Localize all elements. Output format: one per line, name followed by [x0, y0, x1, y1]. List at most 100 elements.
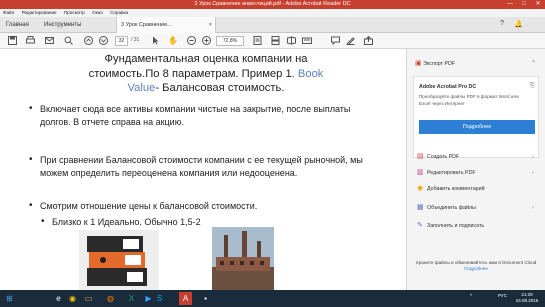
comment-icon[interactable]: [330, 36, 340, 46]
create-pdf-icon: ▤: [417, 153, 424, 160]
language-indicator[interactable]: РУС: [498, 293, 507, 298]
combine-files-icon: ▦: [417, 204, 424, 211]
clock-time: 21:29: [521, 292, 533, 297]
fill-sign-icon: ✎: [417, 222, 423, 229]
bullet-2: • При сравнении Балансовой стоимости ком…: [29, 154, 380, 179]
hand-tool-icon[interactable]: ✋: [168, 36, 178, 46]
document-cloud-footer: Храните файлы и обменивайтесь ими в Docu…: [413, 260, 539, 272]
page-number-input[interactable]: 32: [115, 36, 128, 46]
bullet-1-text: Включает сюда все активы компании чистые…: [40, 104, 351, 127]
email-icon[interactable]: [44, 36, 54, 46]
bullet-3-text: Смотрим отношение цены к балансовой стои…: [40, 201, 258, 211]
excel-icon[interactable]: X: [125, 292, 138, 305]
tab-close-icon[interactable]: ×: [209, 17, 212, 33]
close-window-button[interactable]: ✕: [531, 0, 545, 9]
promo-description: Преобразуйте файлы PDF в формат Word или…: [419, 94, 519, 106]
page-total: / 31: [131, 37, 140, 43]
help-icon[interactable]: ?: [500, 20, 504, 27]
fill-sign-label: Заполнить и подписать: [427, 223, 485, 229]
menu-bar: Файл Редактирование Просмотр Окно Справк…: [0, 9, 545, 17]
bullet-4-text: Близко к 1 Идеально. Обычно 1,5-2: [52, 217, 201, 227]
tray-up-icon[interactable]: ^: [470, 293, 472, 298]
export-pdf-item[interactable]: ▣ Экспорт PDF: [415, 59, 455, 67]
system-clock[interactable]: 21:29 24.08.2016: [512, 292, 542, 304]
slide-title: Фундаментальная оценка компании на стоим…: [46, 52, 366, 96]
fit-page-icon[interactable]: [252, 36, 262, 46]
document-cloud-text: Храните файлы и обменивайтесь ими в Docu…: [415, 260, 537, 265]
add-comment-item[interactable]: ◉ Добавить комментарий: [417, 184, 485, 194]
bullet-dot-icon: •: [29, 154, 33, 165]
tab-document-label: 3 Урок Сравнение...: [121, 22, 172, 28]
slide-title-line3: - Балансовая стоимость.: [155, 82, 285, 94]
export-pdf-label: Экспорт PDF: [423, 61, 456, 67]
zoom-out-icon[interactable]: [186, 36, 196, 46]
slide-title-highlight-book: Book: [297, 67, 324, 80]
bullet-1: • Включает сюда все активы компании чист…: [29, 103, 380, 128]
page-down-icon[interactable]: [98, 36, 108, 46]
tab-document[interactable]: 3 Урок Сравнение... ×: [116, 17, 216, 33]
zoom-level-select[interactable]: 72,8%: [216, 36, 244, 46]
scroll-mode-icon[interactable]: [270, 36, 280, 46]
tab-tools[interactable]: Инструменты: [40, 17, 85, 33]
edit-pdf-item[interactable]: ▥ Редактировать PDF ›: [417, 168, 534, 178]
pdf-page: Фундаментальная оценка компании на стоим…: [0, 49, 406, 290]
skype-icon[interactable]: S: [153, 292, 166, 305]
slide-title-highlight-value: Value: [127, 82, 156, 94]
create-pdf-label: Создать PDF: [427, 154, 460, 160]
save-icon[interactable]: [7, 36, 17, 46]
document-cloud-link[interactable]: Подробнее: [464, 266, 488, 271]
acrobat-icon[interactable]: A: [179, 292, 192, 305]
ie-icon[interactable]: e: [52, 292, 65, 305]
promo-title: Adobe Acrobat Pro DC: [419, 84, 477, 90]
bell-icon[interactable]: 🔔: [514, 20, 523, 28]
page-up-icon[interactable]: [83, 36, 93, 46]
menu-file[interactable]: Файл: [0, 9, 17, 17]
chevron-right-icon: ›: [532, 170, 534, 176]
taskbar: ⊞ e ◉ ▭ ◍ X ▶ S A ▪ ^ РУС 21:29 24.08.20…: [0, 290, 545, 307]
explorer-icon[interactable]: ▭: [82, 292, 95, 305]
fill-sign-item[interactable]: ✎ Заполнить и подписать: [417, 221, 484, 231]
edit-pdf-label: Редактировать PDF: [427, 170, 476, 176]
slide-title-line2: стоимость.По 8 параметрам. Пример 1.: [88, 67, 298, 80]
keyboard-icon[interactable]: [302, 36, 312, 46]
minimize-button[interactable]: —: [503, 0, 517, 9]
collapse-chevron-icon[interactable]: ˄: [532, 59, 535, 65]
share-icon[interactable]: [363, 35, 373, 46]
clock-date: 24.08.2016: [515, 298, 539, 303]
zoom-in-icon[interactable]: [201, 36, 211, 46]
bullet-dot-icon: •: [41, 216, 45, 227]
title-bar: 3 Урок Сравнение инвестиций.pdf - Adobe …: [0, 0, 545, 9]
read-mode-icon[interactable]: [286, 36, 296, 46]
chrome-icon[interactable]: ◉: [66, 292, 79, 305]
create-pdf-item[interactable]: ▤ Создать PDF ›: [417, 152, 534, 162]
export-pdf-icon: ▣: [415, 60, 422, 67]
bullet-dot-icon: •: [29, 103, 33, 114]
bullet-3: • Смотрим отношение цены к балансовой ст…: [29, 200, 380, 213]
search-icon[interactable]: [63, 36, 73, 46]
firefox-icon[interactable]: ◍: [104, 292, 117, 305]
chevron-right-icon: ›: [532, 205, 534, 211]
factory-image: [212, 227, 274, 290]
menu-window[interactable]: Окно: [89, 9, 106, 17]
bullet-2-text: При сравнении Балансовой стоимости компа…: [40, 155, 363, 178]
slide-title-line1: Фундаментальная оценка компании на: [104, 53, 308, 65]
learn-more-button[interactable]: Подробнее: [419, 120, 535, 134]
windows-start-icon[interactable]: ⊞: [3, 292, 16, 305]
add-comment-label: Добавить комментарий: [427, 186, 485, 192]
binders-image: [79, 230, 159, 290]
maximize-button[interactable]: □: [517, 0, 531, 9]
tools-sidebar: ▣ Экспорт PDF ˄ Adobe Acrobat Pro DC ⎘ П…: [406, 49, 545, 290]
comment-bubble-icon: ◉: [417, 185, 424, 192]
tab-bar: Главная Инструменты 3 Урок Сравнение... …: [0, 17, 545, 33]
menu-view[interactable]: Просмотр: [61, 9, 88, 17]
tab-home[interactable]: Главная: [2, 17, 33, 33]
print-icon[interactable]: [25, 36, 35, 46]
menu-edit[interactable]: Редактирование: [19, 9, 60, 17]
select-cursor-icon[interactable]: [150, 36, 160, 46]
sign-icon[interactable]: [345, 36, 355, 46]
combine-files-label: Объединить файлы: [427, 205, 476, 211]
edit-pdf-icon: ▥: [417, 169, 424, 176]
app-icon[interactable]: ▪: [199, 292, 212, 305]
menu-help[interactable]: Справка: [107, 9, 131, 17]
combine-files-item[interactable]: ▦ Объединить файлы ›: [417, 203, 534, 213]
